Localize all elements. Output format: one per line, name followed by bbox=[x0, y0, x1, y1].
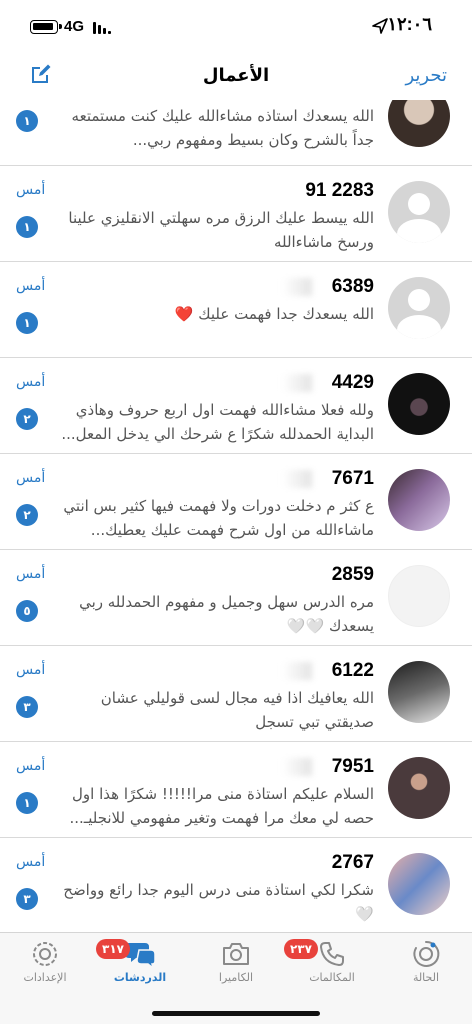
chat-name: 2859 bbox=[331, 564, 374, 585]
network-type: 4G bbox=[64, 18, 85, 35]
redacted-name bbox=[282, 470, 312, 488]
chat-name: 4429 bbox=[331, 372, 374, 393]
chat-message: ع كثر م دخلت دورات ولا فهمت فيها كثير بس… bbox=[63, 497, 374, 539]
edit-button[interactable]: تحرير bbox=[405, 65, 447, 86]
tab-chats[interactable]: الدردشات ٣١٧ bbox=[96, 939, 180, 999]
page-title: الأعمال bbox=[202, 65, 270, 86]
location-arrow-icon bbox=[372, 18, 388, 34]
tab-camera[interactable]: الكاميرا bbox=[196, 939, 276, 999]
chat-message: السلام عليكم استاذة منى مرا!!!!! شكرًا ه… bbox=[69, 785, 375, 827]
chat-date: أمس bbox=[16, 758, 46, 774]
chat-name: 6389 bbox=[331, 276, 374, 297]
tab-bar: الإعدادات الدردشات ٣١٧ الكاميرا المكالما… bbox=[0, 932, 472, 1024]
chat-message: الله يسعدك استاذه مشاءالله عليك كنت مستم… bbox=[71, 107, 374, 149]
avatar bbox=[388, 853, 450, 915]
chat-row[interactable]: 91 2283 الله ييسط عليك الرزق مره سهلتي ا… bbox=[0, 166, 472, 262]
chat-date: أمس bbox=[16, 374, 46, 390]
chat-list: الله يسعدك استاذه مشاءالله عليك كنت مستم… bbox=[0, 100, 472, 932]
unread-badge: ٣ bbox=[16, 696, 38, 718]
chat-message: الله يعافيك اذا فيه مجال لسى قوليلي عشان… bbox=[100, 689, 374, 731]
unread-badge: ١ bbox=[16, 216, 38, 238]
tab-label: الكاميرا bbox=[218, 971, 254, 984]
chat-name: 91 2283 bbox=[305, 180, 374, 201]
unread-badge: ٣ bbox=[16, 888, 38, 910]
default-avatar-icon bbox=[388, 277, 450, 339]
home-indicator bbox=[152, 1011, 320, 1016]
tab-label: المكالمات bbox=[309, 971, 355, 984]
redacted-name bbox=[282, 278, 312, 296]
unread-badge: ٢ bbox=[16, 408, 38, 430]
tab-status[interactable]: الحالة bbox=[386, 939, 466, 999]
tab-calls[interactable]: المكالمات ٢٣٧ bbox=[284, 939, 372, 999]
phone-icon bbox=[320, 942, 344, 966]
chat-name: 7671 bbox=[331, 468, 374, 489]
camera-icon bbox=[223, 943, 249, 965]
chat-row[interactable]: 6122 الله يعافيك اذا فيه مجال لسى قوليلي… bbox=[0, 646, 472, 742]
avatar bbox=[388, 757, 450, 819]
nav-header: الأعمال تحرير bbox=[0, 55, 472, 101]
avatar bbox=[388, 100, 450, 147]
status-bar: 4G ١٢:٠٦ bbox=[0, 0, 472, 50]
status-icon bbox=[413, 940, 440, 967]
chat-date: أمس bbox=[16, 470, 46, 486]
redacted-name bbox=[282, 374, 312, 392]
chat-message: الله يسعدك جدا فهمت عليك ❤️ bbox=[174, 305, 374, 323]
clock: ١٢:٠٦ bbox=[387, 14, 432, 34]
avatar bbox=[388, 565, 450, 627]
chat-row[interactable]: 6389 الله يسعدك جدا فهمت عليك ❤️ أمس ١ bbox=[0, 262, 472, 358]
unread-badge: ١ bbox=[16, 312, 38, 334]
unread-badge: ٢ bbox=[16, 504, 38, 526]
chat-row[interactable]: 7671 ع كثر م دخلت دورات ولا فهمت فيها كث… bbox=[0, 454, 472, 550]
tab-settings[interactable]: الإعدادات bbox=[5, 939, 85, 999]
chat-date: أمس bbox=[16, 182, 46, 198]
gear-icon bbox=[33, 942, 57, 966]
chat-date: أمس bbox=[16, 278, 46, 294]
unread-badge: ٥ bbox=[16, 600, 38, 622]
chat-row[interactable]: الله يسعدك استاذه مشاءالله عليك كنت مستم… bbox=[0, 100, 472, 166]
chat-row[interactable]: 2859 مره الدرس سهل وجميل و مفهوم الحمدلل… bbox=[0, 550, 472, 646]
chat-date: أمس bbox=[16, 662, 46, 678]
default-avatar-icon bbox=[388, 181, 450, 243]
battery-icon bbox=[30, 20, 62, 34]
chat-message: شكرا لكي استاذة منى درس اليوم جدا رائع و… bbox=[63, 881, 374, 923]
unread-badge: ١ bbox=[16, 110, 38, 132]
unread-count-badge: ٣١٧ bbox=[96, 939, 130, 959]
chat-date: أمس bbox=[16, 566, 46, 582]
avatar bbox=[388, 661, 450, 723]
chat-name: 2767 bbox=[331, 852, 374, 873]
signal-icon bbox=[93, 20, 113, 34]
tab-label: الدردشات bbox=[113, 971, 167, 984]
chat-row[interactable]: 7951 السلام عليكم استاذة منى مرا!!!!! شك… bbox=[0, 742, 472, 838]
tab-label: الحالة bbox=[412, 971, 440, 984]
avatar bbox=[388, 469, 450, 531]
chat-message: الله ييسط عليك الرزق مره سهلتي الانقليزي… bbox=[68, 209, 374, 251]
missed-calls-badge: ٢٣٧ bbox=[284, 939, 318, 959]
chat-date: أمس bbox=[16, 854, 46, 870]
avatar bbox=[388, 373, 450, 435]
unread-badge: ١ bbox=[16, 792, 38, 814]
redacted-name bbox=[282, 662, 312, 680]
chat-message: مره الدرس سهل وجميل و مفهوم الحمدلله ربي… bbox=[79, 593, 374, 635]
chat-row[interactable]: 4429 ولله فعلا مشاءالله فهمت اول اربع حر… bbox=[0, 358, 472, 454]
chat-row[interactable]: 2767 شكرا لكي استاذة منى درس اليوم جدا ر… bbox=[0, 838, 472, 932]
chat-name: 7951 bbox=[331, 756, 374, 777]
chat-name: 6122 bbox=[331, 660, 374, 681]
redacted-name bbox=[282, 758, 312, 776]
tab-label: الإعدادات bbox=[23, 971, 67, 984]
chat-message: ولله فعلا مشاءالله فهمت اول اربع حروف وه… bbox=[61, 401, 374, 443]
